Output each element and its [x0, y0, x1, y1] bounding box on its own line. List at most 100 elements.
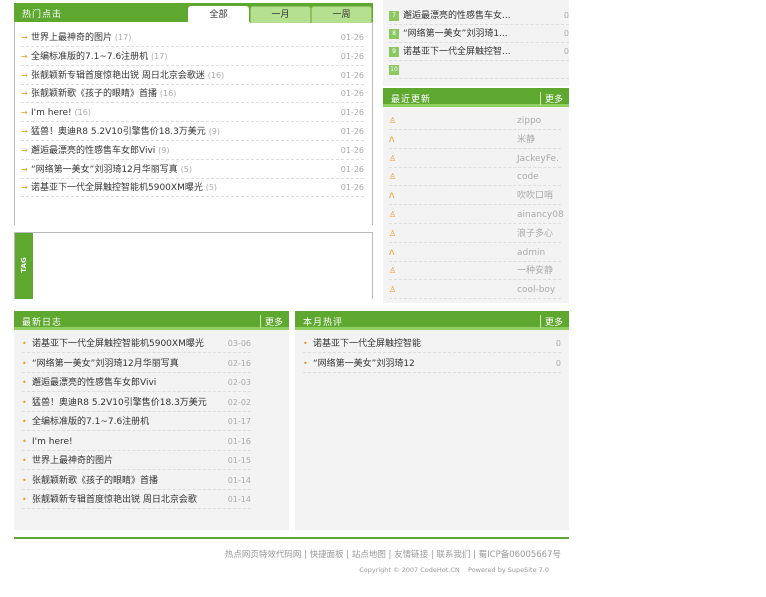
item-title[interactable]: 世界上最神奇的图片 — [32, 456, 113, 466]
blog-list-item[interactable]: • “网络第一美女”刘羽琦12月华丽写真 02-16 — [22, 355, 251, 373]
hot-box: 热门点击 全部 一月 一周 → 世界上最神奇的图片 (17) 01-26 → 全编标准版… — [14, 3, 373, 225]
item-title[interactable]: 猛兽！奥迪R8 5.2V10引擎售价18.3万美元 — [32, 398, 207, 408]
recent-user-item[interactable]: ♙ 浪子多心 — [389, 225, 561, 243]
recent-user-item[interactable]: ᐱ 吹吹口哨 — [389, 187, 561, 206]
blog-list-item[interactable]: • 猛兽！奥迪R8 5.2V10引擎售价18.3万美元 02-02 — [22, 394, 251, 412]
rank-list-item[interactable]: 10 — [389, 61, 569, 79]
user-name[interactable]: ainancy08 — [517, 206, 564, 224]
item-title[interactable]: “网络第一美女”刘羽琦12月华丽写真 — [32, 359, 179, 369]
blog-list-item[interactable]: • 世界上最神奇的图片 01-15 — [22, 452, 251, 470]
item-count: 0 — [555, 339, 561, 348]
blog-list-item[interactable]: • I'm here! 01-16 — [22, 433, 251, 451]
hot-list-item[interactable]: → 猛兽！奥迪R8 5.2V10引擎售价18.3万美元 (9) 01-26 — [21, 123, 364, 141]
item-date: 01-15 — [227, 456, 251, 465]
recent-user-item[interactable]: ᐱ admin — [389, 244, 561, 262]
recent-user-item[interactable]: ♙ 一种安静 — [389, 262, 561, 281]
blog-list-item[interactable]: • 邂逅最漂亮的性感售车女郎Vivi 02-03 — [22, 374, 251, 392]
user-name[interactable]: 吹吹口哨 — [517, 187, 553, 205]
item-date: 01-26 — [340, 145, 364, 155]
comment-list-item[interactable]: • “网络第一美女”刘羽琦12 0 — [303, 355, 561, 373]
item-date: 01-26 — [340, 70, 364, 80]
arrow-icon: → — [21, 183, 28, 193]
item-title[interactable]: 张靓颖新专辑首度惊艳出锐 周日北京会歌迷 — [31, 71, 205, 81]
hot-list-item[interactable]: → 张靓颖新专辑首度惊艳出锐 周日北京会歌迷 (16) 01-26 — [21, 67, 364, 85]
item-title[interactable]: 猛兽！奥迪R8 5.2V10引擎售价18.3万美元 — [31, 127, 206, 137]
item-title[interactable]: 邂逅最漂亮的性感售车女... — [403, 11, 511, 21]
comments-more-link[interactable]: 更多 — [539, 315, 563, 328]
item-title[interactable]: 诺基亚下一代全屏触控智... — [403, 47, 511, 57]
item-title[interactable]: 邂逅最漂亮的性感售车女郎Vivi — [31, 146, 155, 156]
item-count: 0 — [555, 358, 561, 368]
user-icon: ᐱ — [389, 191, 395, 201]
recent-user-item[interactable]: ♙ code — [389, 168, 561, 187]
blog-more-link[interactable]: 更多 — [259, 315, 283, 328]
arrow-icon: → — [21, 127, 28, 136]
item-title[interactable]: “网络第一美女”刘羽琦1... — [403, 29, 508, 39]
blog-list-item[interactable]: • 张靓颖新歌《孩子的眼睛》首播 01-14 — [22, 472, 251, 490]
recent-user-item[interactable]: ᐱ 米静 — [389, 131, 561, 149]
item-title[interactable]: 邂逅最漂亮的性感售车女郎Vivi — [32, 378, 156, 388]
recent-user-item[interactable]: ♙ zippo — [389, 112, 561, 130]
item-title[interactable]: “网络第一美女”刘羽琦12 — [313, 359, 415, 369]
item-title[interactable]: 诺基亚下一代全屏触控智能机5900XM曝光 — [32, 339, 204, 349]
hot-list-item[interactable]: → 张靓颖新歌《孩子的眼睛》首播 (16) 01-26 — [21, 85, 364, 104]
user-name[interactable]: 浪子多心 — [517, 225, 553, 243]
footer-links[interactable]: 热点网页特效代码网 | 快捷面板 | 站点地图 | 友情链接 | 联系我们 | … — [225, 548, 561, 560]
recent-more-link[interactable]: 更多 — [539, 92, 563, 105]
blog-list-item[interactable]: • 张靓颖新专辑首度惊艳出锐 周日北京会歌 01-14 — [22, 491, 251, 509]
item-title[interactable]: I'm here! — [32, 437, 73, 447]
rank-list-item[interactable]: 7 邂逅最漂亮的性感售车女... 0 — [389, 7, 569, 25]
arrow-icon: → — [21, 164, 28, 174]
bullet-icon: • — [22, 358, 27, 368]
recent-user-item[interactable]: ♙ cool-boy — [389, 281, 561, 300]
item-date: 03-06 — [227, 339, 251, 348]
rank-list-item[interactable]: 8 “网络第一美女”刘羽琦1... 0 — [389, 25, 569, 43]
item-count: (9) — [158, 145, 170, 155]
item-count: 0 — [563, 29, 569, 38]
item-title[interactable]: “网络第一美女”刘羽琦12月华丽写真 — [31, 165, 178, 175]
item-title[interactable]: 全编标准版的7.1~7.6注册机 — [31, 52, 148, 62]
tag-box: TAG — [14, 232, 373, 299]
item-date: 01-26 — [340, 108, 364, 118]
user-icon: ♙ — [389, 172, 397, 182]
rank-number-icon: 7 — [389, 10, 399, 21]
user-name[interactable]: code — [517, 168, 539, 186]
tab-week[interactable]: 一周 — [311, 6, 372, 23]
hot-list-item[interactable]: → 诺基亚下一代全屏触控智能机5900XM曝光 (5) 01-26 — [21, 179, 364, 198]
blog-list-item[interactable]: • 诺基亚下一代全屏触控智能机5900XM曝光 03-06 — [22, 335, 251, 353]
user-name[interactable]: admin — [517, 244, 545, 262]
user-name[interactable]: zippo — [517, 112, 541, 130]
tab-month[interactable]: 一月 — [250, 6, 311, 23]
blog-list-item[interactable]: • 全编标准版的7.1~7.6注册机 01-17 — [22, 413, 251, 431]
bullet-icon: • — [22, 436, 27, 446]
rank-list-item[interactable]: 9 诺基亚下一代全屏触控智... 0 — [389, 43, 569, 61]
item-title[interactable]: 张靓颖新歌《孩子的眼睛》首播 — [32, 476, 158, 486]
user-name[interactable]: 一种安静 — [517, 262, 553, 280]
item-title[interactable]: 诺基亚下一代全屏触控智能 — [313, 339, 421, 349]
recent-title: 最近更新 — [391, 95, 432, 105]
item-title[interactable]: 张靓颖新歌《孩子的眼睛》首播 — [31, 89, 157, 99]
recent-user-item[interactable]: ♙ ainancy08 — [389, 206, 564, 224]
tab-all[interactable]: 全部 — [188, 6, 249, 23]
item-date: 01-26 — [340, 183, 364, 193]
item-date: 01-26 — [340, 89, 364, 99]
hot-list-item[interactable]: → I'm here! (16) 01-26 — [21, 104, 364, 123]
item-count: (17) — [151, 51, 168, 61]
user-name[interactable]: JackeyFe. — [517, 150, 559, 168]
user-name[interactable]: cool-boy — [517, 281, 555, 299]
comment-list-item[interactable]: • 诺基亚下一代全屏触控智能 0 — [303, 335, 561, 353]
hot-list-item[interactable]: → 邂逅最漂亮的性感售车女郎Vivi (9) 01-26 — [21, 142, 364, 160]
item-title[interactable]: 张靓颖新专辑首度惊艳出锐 周日北京会歌 — [32, 495, 197, 505]
item-title[interactable]: 诺基亚下一代全屏触控智能机5900XM曝光 — [31, 183, 203, 193]
item-date: 01-14 — [227, 495, 251, 504]
user-name[interactable]: 米静 — [517, 131, 535, 149]
hot-list-item[interactable]: → “网络第一美女”刘羽琦12月华丽写真 (5) 01-26 — [21, 161, 364, 179]
hot-list-item[interactable]: → 全编标准版的7.1~7.6注册机 (17) 01-26 — [21, 48, 364, 66]
item-title[interactable]: I'm here! — [31, 108, 72, 118]
hot-list-item[interactable]: → 世界上最神奇的图片 (17) 01-26 — [21, 29, 364, 47]
item-title[interactable]: 世界上最神奇的图片 — [31, 33, 112, 43]
comments-box: 本月热评 更多 • 诺基亚下一代全屏触控智能 0 • “网络第一美女”刘羽琦12 0 — [295, 311, 569, 530]
recent-user-item[interactable]: ♙ JackeyFe. — [389, 150, 561, 168]
footer-copyright: Copyright © 2007 CodeHot.CN Powered by S… — [359, 566, 549, 574]
item-title[interactable]: 全编标准版的7.1~7.6注册机 — [32, 417, 149, 427]
